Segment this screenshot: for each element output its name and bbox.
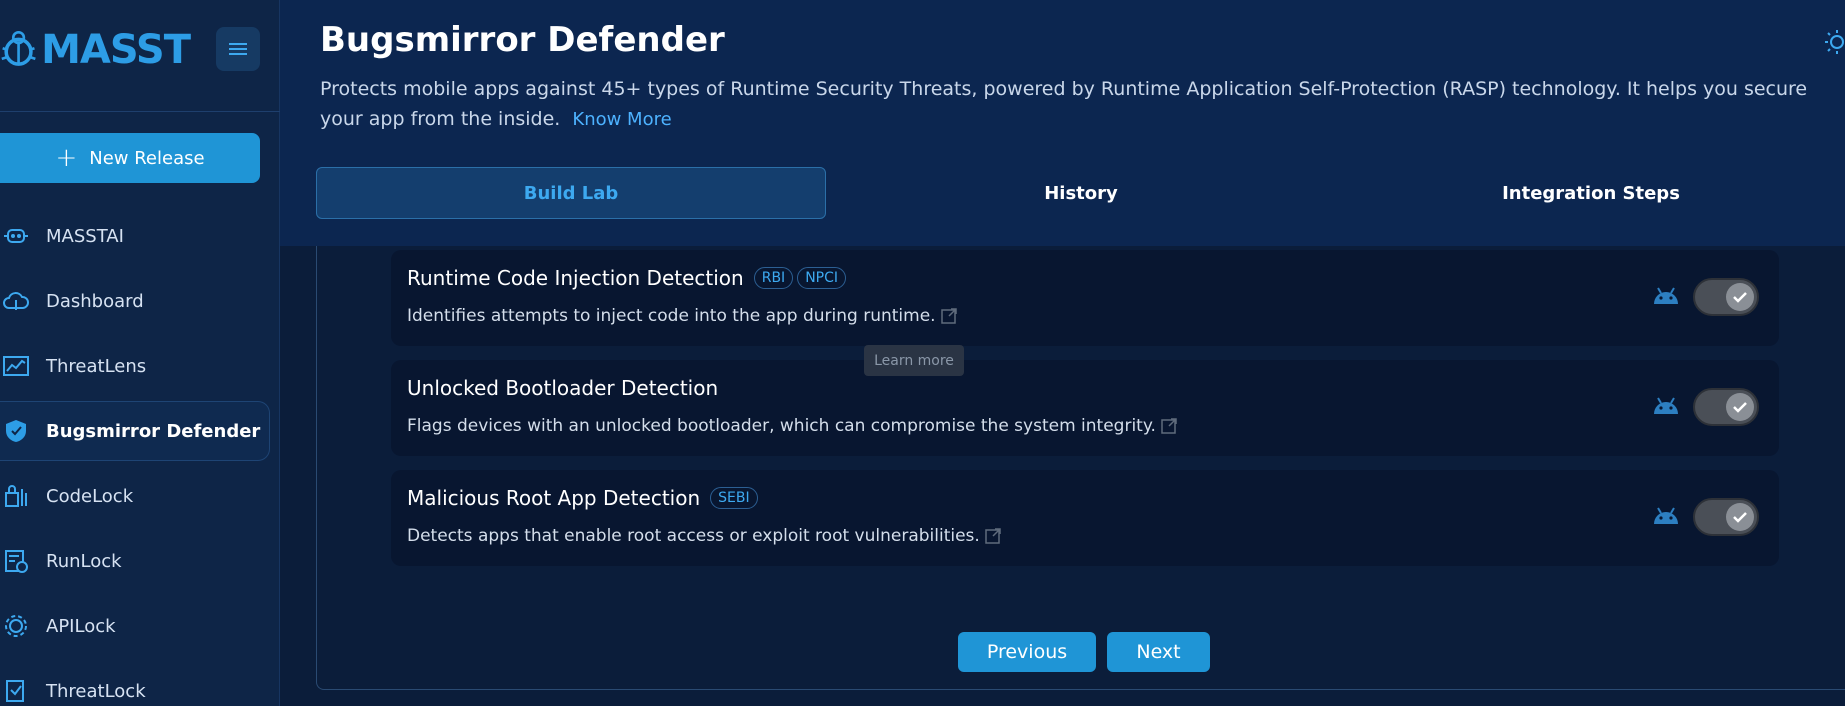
sidebar-item-codelock[interactable]: CodeLock [0, 466, 270, 526]
feature-description-row: Flags devices with an unlocked bootloade… [407, 416, 1178, 436]
feature-description-row: Identifies attempts to inject code into … [407, 306, 958, 326]
feature-title-row: Runtime Code Injection Detection RBI NPC… [407, 266, 847, 290]
external-link-icon[interactable] [984, 527, 1002, 545]
sidebar-item-threatlock[interactable]: ThreatLock [0, 661, 270, 706]
bug-logo-icon [1, 30, 36, 66]
external-link-icon[interactable] [1160, 417, 1178, 435]
threat-lock-icon [2, 677, 30, 705]
menu-toggle-button[interactable] [216, 27, 260, 71]
compliance-badge-npci: NPCI [797, 267, 847, 289]
sidebar-item-label: ThreatLens [46, 355, 147, 377]
check-icon [1733, 402, 1747, 413]
feature-card-malicious-root-app: Malicious Root App Detection SEBI Detect… [391, 470, 1779, 566]
feature-toggle[interactable] [1693, 498, 1759, 536]
sidebar-item-apilock[interactable]: APILock [0, 596, 270, 656]
page-header: Bugsmirror Defender Protects mobile apps… [280, 0, 1845, 246]
next-button[interactable]: Next [1107, 632, 1210, 672]
know-more-link[interactable]: Know More [572, 109, 671, 130]
logo-text: MASST [41, 27, 191, 73]
tab-history[interactable]: History [826, 167, 1336, 219]
sidebar-item-label: RunLock [46, 550, 122, 572]
sidebar: MASST + New Release MASSTAI Dashboard Th… [0, 0, 280, 706]
plus-icon: + [55, 143, 78, 173]
sidebar-item-runlock[interactable]: RunLock [0, 531, 270, 591]
sidebar-item-label: APILock [46, 615, 116, 637]
android-icon [1654, 507, 1678, 524]
sun-icon[interactable] [1817, 28, 1845, 56]
feature-toggle[interactable] [1693, 388, 1759, 426]
toggle-knob [1726, 283, 1754, 311]
toggle-knob [1726, 503, 1754, 531]
feature-card-runtime-code-injection: Runtime Code Injection Detection RBI NPC… [391, 250, 1779, 346]
tab-build-lab[interactable]: Build Lab [316, 167, 826, 219]
check-icon [1733, 512, 1747, 523]
feature-title-row: Malicious Root App Detection SEBI [407, 486, 758, 510]
new-release-button[interactable]: + New Release [0, 133, 260, 183]
sidebar-item-label: ThreatLock [46, 680, 146, 702]
feature-title: Runtime Code Injection Detection [407, 266, 744, 290]
android-icon [1654, 397, 1678, 414]
compliance-badge-sebi: SEBI [710, 487, 758, 509]
cloud-icon [2, 287, 30, 315]
sidebar-item-masstai[interactable]: MASSTAI [0, 206, 270, 266]
feature-title: Malicious Root App Detection [407, 486, 701, 510]
sidebar-item-bugsmirror-defender[interactable]: Bugsmirror Defender [0, 401, 270, 461]
feature-description: Flags devices with an unlocked bootloade… [407, 416, 1156, 436]
sidebar-item-label: Bugsmirror Defender [46, 420, 261, 442]
sidebar-item-label: MASSTAI [46, 225, 124, 247]
feature-title: Unlocked Bootloader Detection [407, 376, 719, 400]
page-title: Bugsmirror Defender [320, 20, 725, 60]
feature-title-row: Unlocked Bootloader Detection [407, 376, 718, 400]
robot-icon [2, 222, 30, 250]
run-lock-icon [2, 547, 30, 575]
new-release-label: New Release [89, 147, 205, 169]
sidebar-item-threatlens[interactable]: ThreatLens [0, 336, 270, 396]
feature-panel: Runtime Code Injection Detection RBI NPC… [316, 246, 1845, 690]
previous-button[interactable]: Previous [958, 632, 1096, 672]
feature-description: Detects apps that enable root access or … [407, 526, 980, 546]
sidebar-item-label: CodeLock [46, 485, 134, 507]
sidebar-item-label: Dashboard [46, 290, 144, 312]
check-icon [1733, 292, 1747, 303]
page-description: Protects mobile apps against 45+ types o… [320, 74, 1820, 135]
hamburger-icon [229, 43, 247, 55]
tab-integration-steps[interactable]: Integration Steps [1336, 167, 1845, 219]
android-icon [1654, 287, 1678, 304]
code-lock-icon [2, 482, 30, 510]
masst-logo[interactable]: MASST [0, 22, 191, 78]
api-gear-icon [2, 612, 30, 640]
toggle-knob [1726, 393, 1754, 421]
chart-icon [2, 352, 30, 380]
feature-description-row: Detects apps that enable root access or … [407, 526, 1002, 546]
sidebar-item-dashboard[interactable]: Dashboard [0, 271, 270, 331]
logo-row: MASST [0, 0, 280, 112]
compliance-badge-rbi: RBI [753, 267, 794, 289]
feature-toggle[interactable] [1693, 278, 1759, 316]
description-text: Protects mobile apps against 45+ types o… [320, 78, 1808, 130]
external-link-icon[interactable] [940, 307, 958, 325]
feature-description: Identifies attempts to inject code into … [407, 306, 936, 326]
feature-card-unlocked-bootloader: Unlocked Bootloader Detection Flags devi… [391, 360, 1779, 456]
learn-more-tooltip: Learn more [864, 345, 964, 376]
tab-bar: Build Lab History Integration Steps [316, 167, 1845, 219]
shield-icon [2, 417, 30, 445]
